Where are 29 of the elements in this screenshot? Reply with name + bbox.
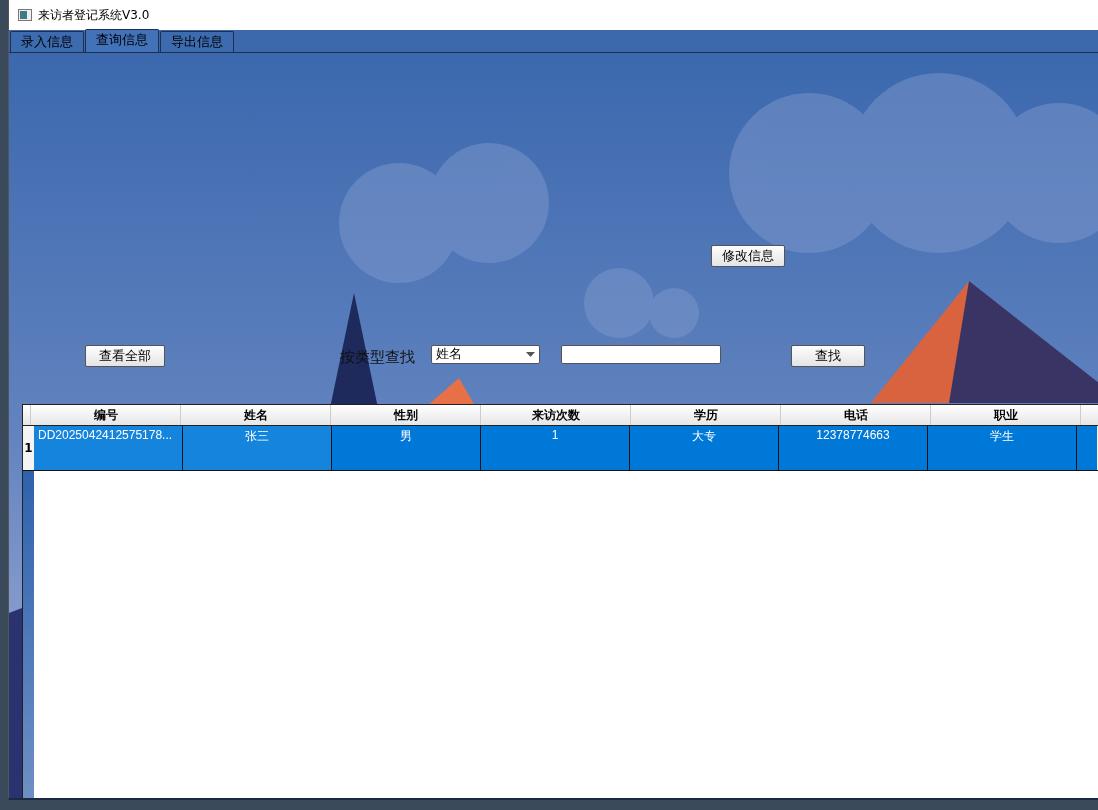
column-header: [1081, 405, 1098, 425]
edit-info-button[interactable]: 修改信息: [711, 245, 785, 267]
tab[interactable]: 导出信息: [160, 31, 234, 52]
table-cell: 1: [481, 426, 630, 470]
column-header[interactable]: 职业: [931, 405, 1081, 425]
tab[interactable]: 录入信息: [10, 31, 84, 52]
search-button[interactable]: 查找: [791, 345, 865, 367]
table-cell: 大专: [630, 426, 779, 470]
header-corner: [23, 405, 31, 425]
table-cell: DD2025042412575178...: [34, 426, 183, 470]
table-cell: 学生: [928, 426, 1077, 470]
table-cell: 男: [332, 426, 481, 470]
caret-icon: [526, 352, 535, 357]
window-title: 来访者登记系统V3.0: [38, 6, 150, 24]
column-header[interactable]: 电话: [781, 405, 931, 425]
column-header[interactable]: 编号: [31, 405, 181, 425]
table-cell: [1077, 426, 1097, 470]
row-header[interactable]: 1: [23, 426, 34, 470]
column-header[interactable]: 姓名: [181, 405, 331, 425]
column-header[interactable]: 学历: [631, 405, 781, 425]
table-cell: 张三: [183, 426, 332, 470]
column-header[interactable]: 来访次数: [481, 405, 631, 425]
app-icon: [18, 9, 32, 21]
table-cell: 12378774663: [779, 426, 928, 470]
type-dropdown[interactable]: 姓名: [431, 345, 540, 364]
tab[interactable]: 查询信息: [85, 29, 159, 52]
view-all-button[interactable]: 查看全部: [85, 345, 165, 367]
search-field[interactable]: [561, 345, 721, 364]
column-header[interactable]: 性别: [331, 405, 481, 425]
